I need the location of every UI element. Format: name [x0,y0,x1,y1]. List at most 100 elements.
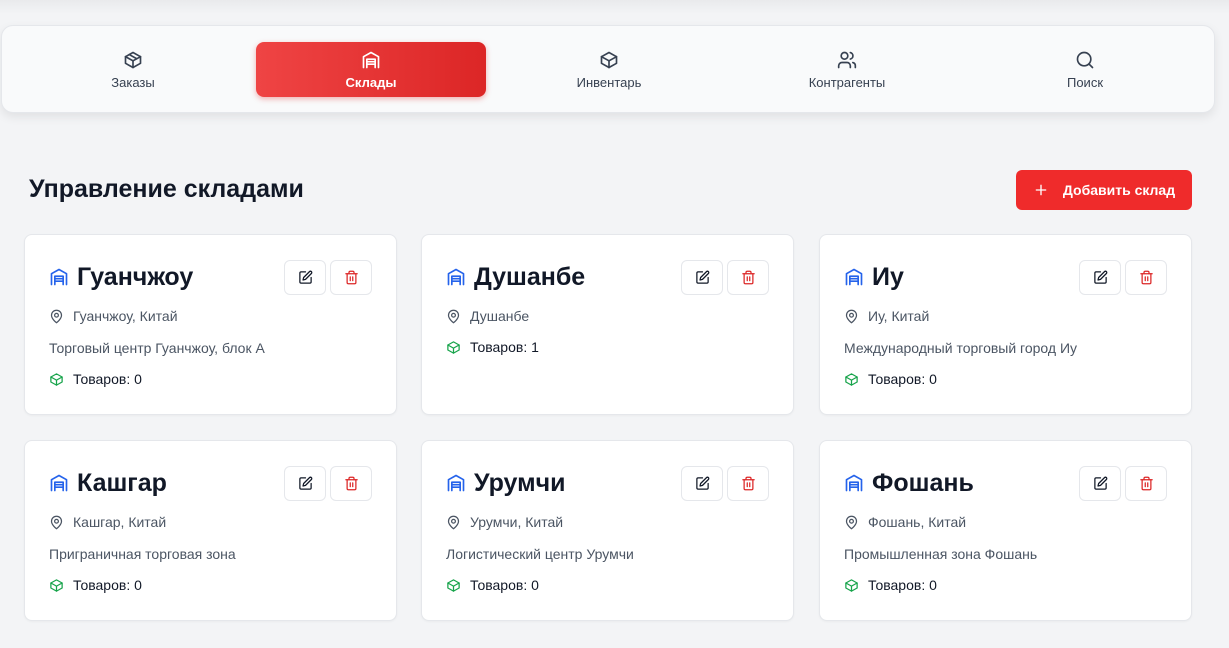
warehouse-description: Приграничная торговая зона [49,546,236,562]
edit-icon [298,270,312,284]
warehouse-item-count: Товаров: 0 [844,371,937,387]
package-icon [845,578,858,592]
warehouse-description: Международный торговый город Иу [844,340,1077,356]
nav-item-counterparties[interactable]: Контрагенты [732,42,962,97]
nav-item-label: Инвентарь [576,74,642,90]
warehouse-card: Кашгар Кашгар, Китай Приграничная торговая… [24,440,397,621]
map-pin-icon [50,309,63,323]
warehouse-item-count: Товаров: 0 [49,577,142,593]
warehouse-description: Торговый центр Гуанчжоу, блок А [49,340,265,356]
warehouse-name: Кашгар [77,468,167,497]
warehouse-card: Душанбе Душанбе Товаров: 1 [421,234,794,415]
warehouse-item-count: Товаров: 0 [844,577,937,593]
trash-icon [741,270,755,284]
package-icon [845,372,858,386]
add-warehouse-button[interactable]: Добавить склад [1016,170,1192,210]
warehouse-item-count: Товаров: 0 [49,371,142,387]
map-pin-icon [447,309,460,323]
map-pin-icon [50,515,63,529]
warehouse-name: Фошань [872,468,974,497]
warehouse-icon [50,474,68,492]
warehouse-name: Душанбе [474,262,586,291]
warehouse-icon [50,268,68,286]
add-warehouse-label: Добавить склад [1062,182,1176,198]
count-text: Товаров: 0 [868,577,937,593]
edit-button[interactable] [681,465,723,501]
nav-item-label: Заказы [111,74,155,90]
delete-button[interactable] [1125,259,1167,295]
warehouse-location: Урумчи, Китай [446,514,563,530]
description-text: Промышленная зона Фошань [844,546,1038,562]
nav-item-label: Поиск [1066,74,1104,90]
description-text: Логистический центр Урумчи [446,546,634,562]
map-pin-icon [845,309,858,323]
plus-icon [1035,184,1047,196]
map-pin-icon [845,515,858,529]
delete-button[interactable] [330,465,372,501]
trash-icon [344,270,358,284]
package-icon [50,578,63,592]
main-navigation: Заказы Склады Инвентарь Контрагенты Поис… [1,25,1215,113]
trash-icon [1139,270,1153,284]
nav-item-inventory[interactable]: Инвентарь [494,42,724,97]
warehouse-description: Логистический центр Урумчи [446,546,634,562]
nav-item-orders[interactable]: Заказы [18,42,248,97]
warehouse-location: Гуанчжоу, Китай [49,308,178,324]
edit-icon [695,476,709,490]
nav-item-search[interactable]: Поиск [970,42,1200,97]
count-text: Товаров: 0 [470,577,539,593]
package-icon [50,372,63,386]
warehouse-name: Иу [872,262,904,291]
warehouse-location: Кашгар, Китай [49,514,166,530]
warehouse-icon [362,51,380,68]
edit-button[interactable] [1079,465,1121,501]
warehouse-card: Гуанчжоу Гуанчжоу, Китай Торговый центр Гу… [24,234,397,415]
card-header: Иу [844,259,1167,295]
delete-button[interactable] [727,465,769,501]
count-text: Товаров: 0 [73,371,142,387]
map-pin-icon [447,515,460,529]
location-text: Урумчи, Китай [470,514,564,530]
card-header: Фошань [844,465,1167,501]
warehouse-name: Урумчи [474,468,566,497]
trash-icon [741,476,755,490]
location-text: Душанбе [470,308,530,324]
edit-icon [298,476,312,490]
package-icon [447,578,460,592]
delete-button[interactable] [727,259,769,295]
edit-button[interactable] [284,259,326,295]
search-icon [1076,51,1094,68]
edit-button[interactable] [681,259,723,295]
description-text: Торговый центр Гуанчжоу, блок А [49,340,265,356]
page-title: Управление складами [29,175,304,203]
card-header: Урумчи [446,465,769,501]
nav-item-warehouses[interactable]: Склады [256,42,486,97]
location-text: Фошань, Китай [868,514,967,530]
package-icon [447,340,460,354]
warehouse-description: Промышленная зона Фошань [844,546,1037,562]
description-text: Международный торговый город Иу [844,340,1078,356]
warehouse-item-count: Товаров: 0 [446,577,539,593]
warehouse-card: Урумчи Урумчи, Китай Логистический центр У… [421,440,794,621]
warehouse-icon [845,474,863,492]
warehouse-location: Иу, Китай [844,308,929,324]
description-text: Приграничная торговая зона [49,546,236,562]
warehouse-card: Иу Иу, Китай Международный торговый город … [819,234,1192,415]
delete-button[interactable] [1125,465,1167,501]
edit-icon [1093,270,1107,284]
warehouse-name: Гуанчжоу [77,262,194,291]
location-text: Кашгар, Китай [73,514,167,530]
edit-button[interactable] [284,465,326,501]
warehouse-item-count: Товаров: 1 [446,339,539,355]
warehouse-card: Фошань Фошань, Китай Промышленная зона Фош… [819,440,1192,621]
trash-icon [344,476,358,490]
count-text: Товаров: 0 [868,371,937,387]
count-text: Товаров: 1 [470,339,539,355]
location-text: Иу, Китай [868,308,930,324]
warehouse-location: Фошань, Китай [844,514,966,530]
warehouse-icon [447,268,465,286]
edit-button[interactable] [1079,259,1121,295]
edit-icon [1093,476,1107,490]
delete-button[interactable] [330,259,372,295]
package-icon [124,51,142,68]
